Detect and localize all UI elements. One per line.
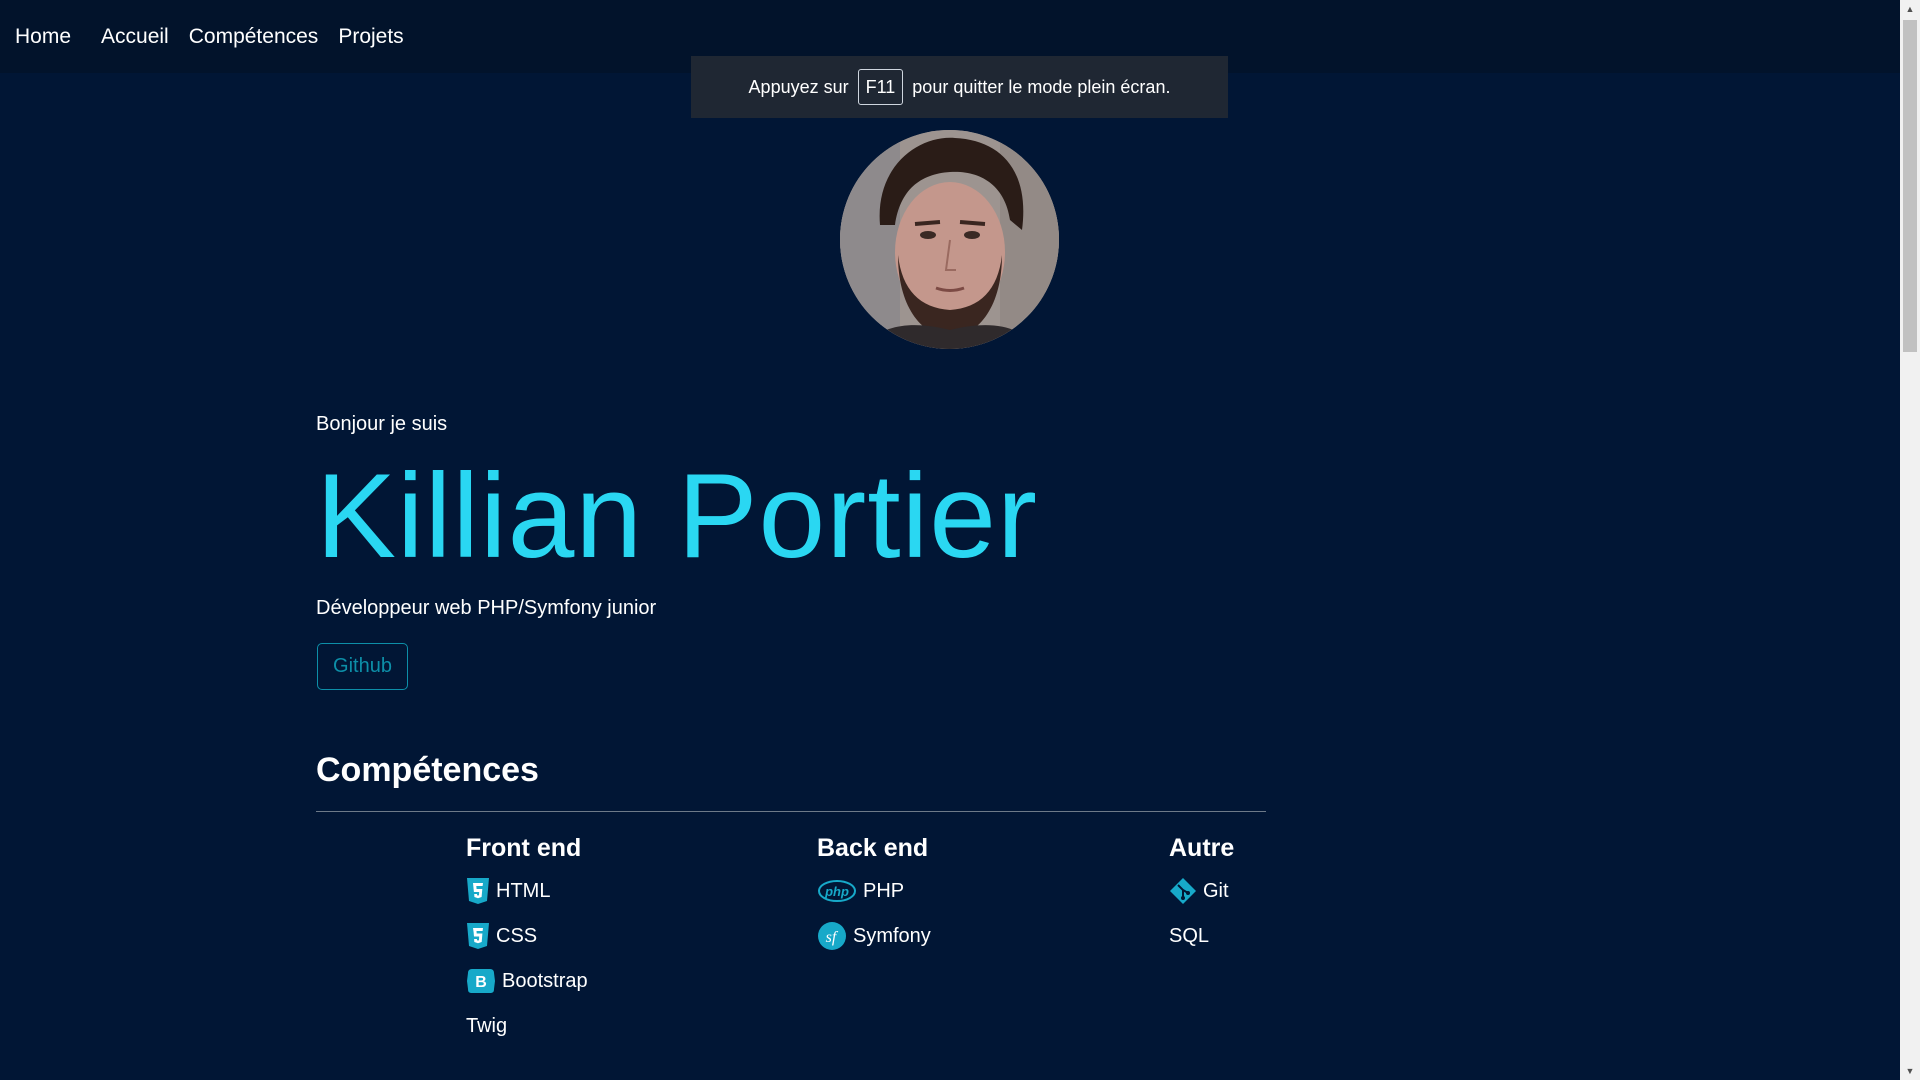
fullscreen-notice-text-before: Appuyez sur [748, 76, 849, 97]
profile-photo [840, 130, 1059, 349]
fullscreen-notice-text-after: pour quitter le mode plein écran. [912, 76, 1171, 97]
skill-label: Symfony [853, 924, 931, 947]
svg-text:php: php [824, 884, 849, 899]
skills-column-title: Back end [817, 834, 929, 862]
profile-avatar [840, 130, 1059, 349]
scroll-down-arrow-icon[interactable]: ▼ [1900, 1062, 1920, 1080]
skill-item-php: php PHP [817, 875, 931, 907]
html5-icon [467, 878, 489, 904]
skill-item-bootstrap: B Bootstrap [466, 965, 588, 997]
github-button[interactable]: Github [317, 643, 408, 690]
svg-text:B: B [475, 974, 487, 991]
skills-column-other: Autre Git SQL [1169, 834, 1234, 965]
skill-label: Bootstrap [502, 969, 588, 992]
skill-label: Twig [466, 1014, 508, 1037]
scrollbar-thumb[interactable] [1903, 20, 1917, 352]
skill-item-html: HTML [466, 875, 588, 907]
css3-icon [467, 923, 489, 949]
skill-label: SQL [1169, 924, 1210, 947]
hero-role-text: Développeur web PHP/Symfony junior [316, 597, 657, 619]
skill-label: Git [1203, 879, 1229, 902]
skill-item-git: Git [1169, 875, 1234, 907]
skills-column-frontend: Front end HTML CSS B Bootstrap Twig [466, 834, 588, 1055]
nav-competences-link[interactable]: Compétences [189, 25, 319, 49]
skills-column-backend: Back end php PHP sf Symfony [817, 834, 931, 965]
skills-column-title: Front end [466, 834, 582, 862]
symfony-icon: sf [818, 922, 846, 950]
hero-name: Killian Portier [316, 449, 1038, 583]
skill-item-sql: SQL [1169, 920, 1234, 952]
nav-accueil-link[interactable]: Accueil [101, 25, 169, 49]
skill-item-symfony: sf Symfony [817, 920, 931, 952]
bootstrap-icon: B [467, 969, 495, 993]
skills-section-title: Compétences [316, 751, 539, 789]
f11-key-badge: F11 [857, 69, 904, 105]
skill-label: PHP [863, 879, 905, 902]
scroll-up-arrow-icon[interactable]: ▲ [1900, 0, 1920, 18]
skill-item-twig: Twig [466, 1010, 588, 1042]
skill-label: CSS [496, 924, 538, 947]
nav-projets-link[interactable]: Projets [338, 25, 403, 49]
skill-item-css: CSS [466, 920, 588, 952]
skill-label: HTML [496, 879, 551, 902]
section-divider [316, 811, 1266, 812]
hero-intro-text: Bonjour je suis [316, 413, 448, 435]
skills-column-title: Autre [1169, 834, 1235, 862]
php-icon: php [818, 880, 856, 902]
git-icon [1170, 878, 1196, 904]
fullscreen-exit-notice: Appuyez sur F11 pour quitter le mode ple… [691, 56, 1228, 118]
nav-home-link[interactable]: Home [15, 25, 71, 49]
